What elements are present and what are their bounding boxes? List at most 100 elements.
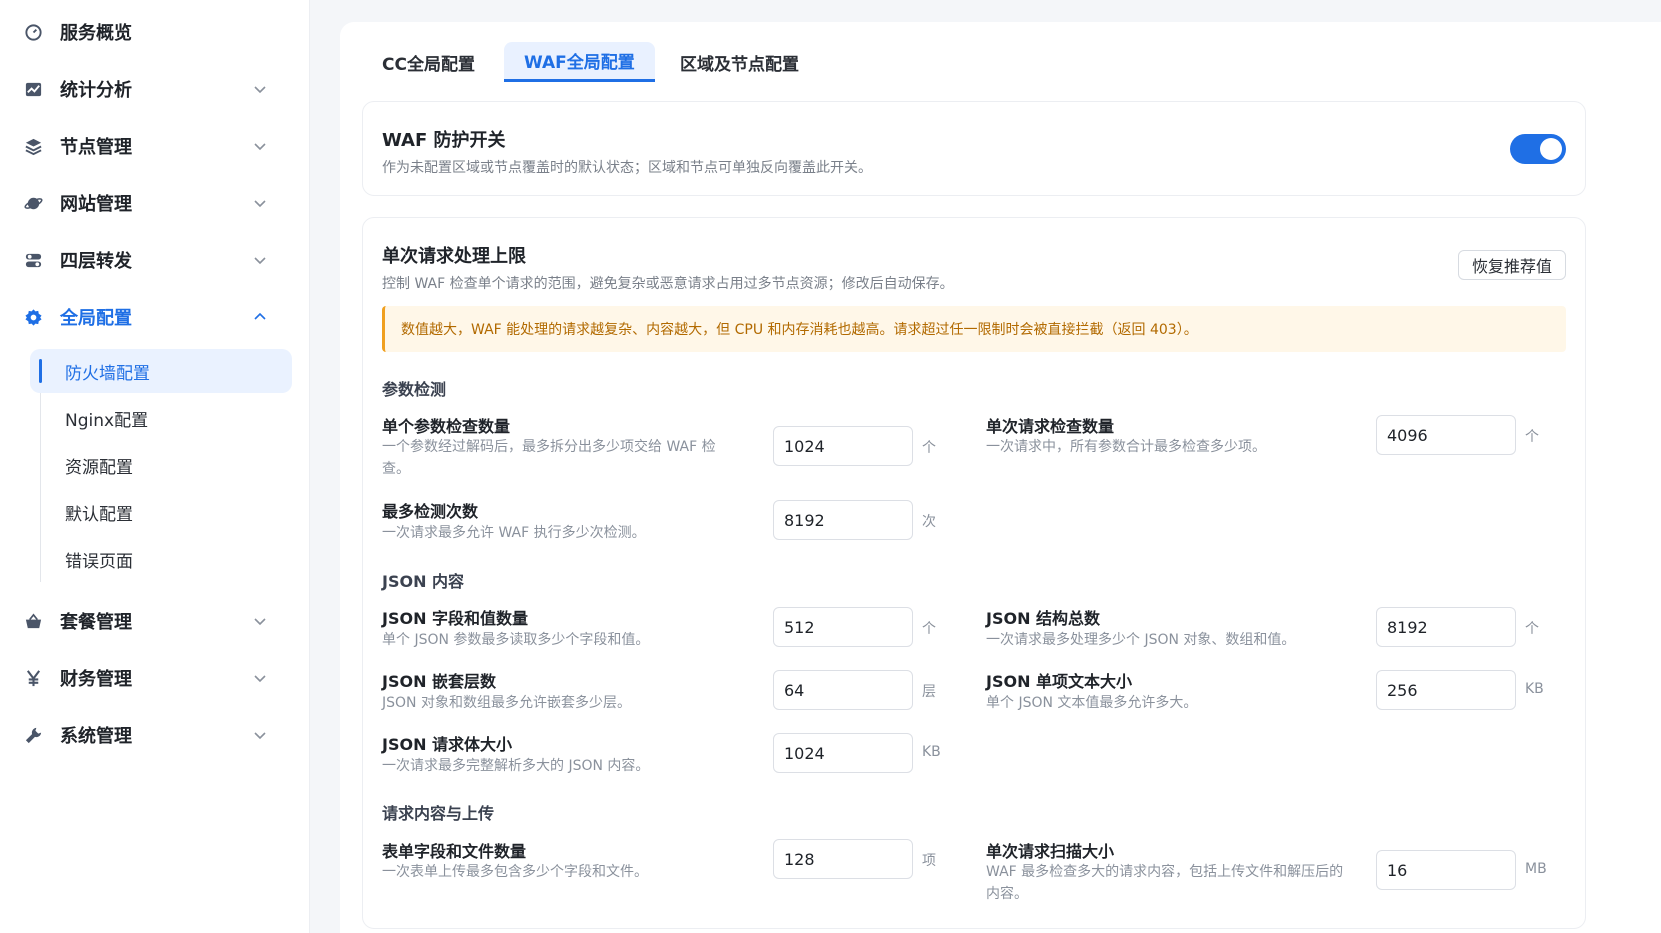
subitem-resource-config[interactable]: 资源配置 — [30, 443, 292, 487]
max-checks-input[interactable] — [773, 500, 913, 540]
nav-item-overview[interactable]: 服务概览 — [0, 10, 310, 54]
nav-item-l4-forward[interactable]: 四层转发 — [0, 238, 310, 282]
sidebar: 服务概览 统计分析 节点管理 网站管理 四层转发 全局配置 防火墙配置 Ngin… — [0, 0, 310, 933]
waf-switch-section: WAF 防护开关 作为未配置区域或节点覆盖时的默认状态；区域和节点可单独反向覆盖… — [362, 101, 1586, 196]
tab-region-node[interactable]: 区域及节点配置 — [660, 42, 819, 82]
planet-icon — [22, 192, 44, 214]
nav-label: 服务概览 — [60, 23, 132, 44]
nav-label: 统计分析 — [60, 80, 132, 101]
nav-item-global-config[interactable]: 全局配置 — [0, 295, 310, 339]
field-unit: KB — [922, 744, 941, 760]
nav-label: 四层转发 — [60, 251, 132, 272]
field-label: 最多检测次数 — [382, 502, 479, 521]
dashboard-icon — [22, 21, 44, 43]
field-description: 一次请求最多允许 WAF 执行多少次检测。 — [382, 525, 646, 541]
chevron-up-icon — [252, 309, 268, 325]
nav-item-packages[interactable]: 套餐管理 — [0, 599, 310, 643]
tab-waf-global[interactable]: WAF全局配置 — [504, 42, 655, 82]
nav-label: 网站管理 — [60, 194, 132, 215]
nav-label: 套餐管理 — [60, 612, 132, 633]
tab-cc-global[interactable]: CC全局配置 — [362, 42, 495, 82]
subitem-firewall-config[interactable]: 防火墙配置 — [30, 349, 292, 393]
subitem-label: 错误页面 — [65, 551, 133, 572]
field-description: 一次表单上传最多包含多少个字段和文件。 — [382, 864, 648, 880]
chevron-down-icon — [252, 613, 268, 629]
field-description: 一次请求最多完整解析多大的 JSON 内容。 — [382, 758, 650, 774]
field-description: JSON 对象和数组最多允许嵌套多少层。 — [382, 695, 631, 711]
field-label: 单个参数检查数量 — [382, 417, 511, 436]
field-unit: MB — [1525, 861, 1547, 877]
json-fields-input[interactable] — [773, 607, 913, 647]
nav-label: 全局配置 — [60, 308, 132, 329]
nav-item-nodes[interactable]: 节点管理 — [0, 124, 310, 168]
chevron-down-icon — [252, 81, 268, 97]
field-label: JSON 嵌套层数 — [382, 672, 497, 691]
section-description: 作为未配置区域或节点覆盖时的默认状态；区域和节点可单独反向覆盖此开关。 — [382, 160, 872, 176]
field-unit: 个 — [1525, 429, 1539, 445]
subitem-default-config[interactable]: 默认配置 — [30, 490, 292, 534]
form-count-input[interactable] — [773, 839, 913, 879]
basket-icon — [22, 610, 44, 632]
nav-label: 系统管理 — [60, 726, 132, 747]
field-description: WAF 最多检查多大的请求内容，包括上传文件和解压后的内容。 — [986, 864, 1344, 902]
layers-icon — [22, 135, 44, 157]
nav-item-statistics[interactable]: 统计分析 — [0, 67, 310, 111]
field-description: 一次请求中，所有参数合计最多检查多少项。 — [986, 439, 1266, 455]
subitem-error-pages[interactable]: 错误页面 — [30, 537, 292, 581]
field-unit: 层 — [922, 684, 936, 700]
field-description: 一次请求最多处理多少个 JSON 对象、数组和值。 — [986, 632, 1296, 648]
field-description: 单个 JSON 参数最多读取多少个字段和值。 — [382, 632, 650, 648]
chevron-down-icon — [252, 195, 268, 211]
section-title: WAF 防护开关 — [382, 130, 506, 151]
section-title: 单次请求处理上限 — [382, 246, 526, 267]
field-unit: 个 — [922, 621, 936, 637]
section-description: 控制 WAF 检查单个请求的范围，避免复杂或恶意请求占用过多节点资源；修改后自动… — [382, 276, 954, 292]
field-label: 单次请求检查数量 — [986, 417, 1115, 436]
json-body-input[interactable] — [773, 733, 913, 773]
field-unit: KB — [1525, 681, 1544, 697]
wrench-icon — [22, 724, 44, 746]
group-title-upload: 请求内容与上传 — [382, 804, 495, 823]
field-label: 表单字段和文件数量 — [382, 842, 527, 861]
field-label: JSON 结构总数 — [986, 609, 1101, 628]
subitem-label: 默认配置 — [65, 504, 133, 525]
nav-item-finance[interactable]: 财务管理 — [0, 656, 310, 700]
subitem-label: 资源配置 — [65, 457, 133, 478]
chevron-down-icon — [252, 670, 268, 686]
yen-icon — [22, 667, 44, 689]
json-text-input[interactable] — [1376, 670, 1516, 710]
nav-item-system[interactable]: 系统管理 — [0, 713, 310, 757]
warning-alert: 数值越大，WAF 能处理的请求越复杂、内容越大，但 CPU 和内存消耗也越高。请… — [382, 306, 1566, 352]
chart-icon — [22, 78, 44, 100]
field-unit: 个 — [1525, 621, 1539, 637]
param-count-input[interactable] — [773, 426, 913, 466]
json-depth-input[interactable] — [773, 670, 913, 710]
field-label: JSON 单项文本大小 — [986, 672, 1133, 691]
field-label: JSON 字段和值数量 — [382, 609, 529, 628]
json-total-input[interactable] — [1376, 607, 1516, 647]
nav-item-websites[interactable]: 网站管理 — [0, 181, 310, 225]
field-description: 一个参数经过解码后，最多拆分出多少项交给 WAF 检查。 — [382, 439, 716, 477]
field-label: JSON 请求体大小 — [382, 735, 513, 754]
field-unit: 个 — [922, 440, 936, 456]
toggle-icon — [22, 249, 44, 271]
nav-label: 财务管理 — [60, 669, 132, 690]
field-unit: 项 — [922, 853, 936, 869]
chevron-down-icon — [252, 138, 268, 154]
field-description: 单个 JSON 文本值最多允许多大。 — [986, 695, 1198, 711]
field-label: 单次请求扫描大小 — [986, 842, 1115, 861]
request-count-input[interactable] — [1376, 415, 1516, 455]
waf-enable-toggle[interactable] — [1510, 134, 1566, 164]
field-unit: 次 — [922, 514, 936, 530]
scan-size-input[interactable] — [1376, 850, 1516, 890]
nav-label: 节点管理 — [60, 137, 132, 158]
subitem-label: 防火墙配置 — [65, 363, 150, 384]
group-title-params: 参数检测 — [382, 380, 447, 399]
subitem-label: Nginx配置 — [65, 410, 149, 431]
chevron-down-icon — [252, 252, 268, 268]
reset-recommended-button[interactable]: 恢复推荐值 — [1458, 250, 1566, 280]
group-title-json: JSON 内容 — [382, 572, 465, 591]
chevron-down-icon — [252, 727, 268, 743]
subitem-nginx-config[interactable]: Nginx配置 — [30, 396, 292, 440]
gear-icon — [22, 306, 44, 328]
